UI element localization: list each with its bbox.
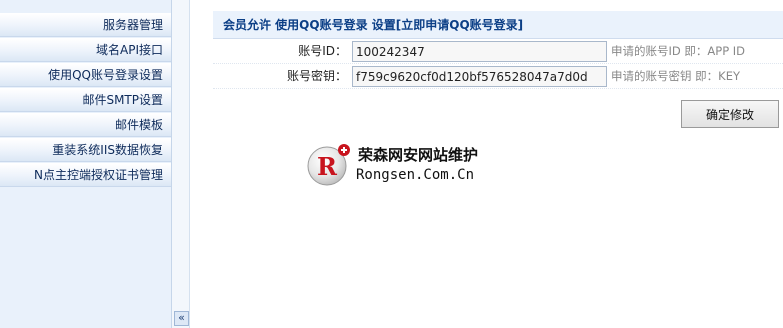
app-window: 服务器管理 域名API接口 使用QQ账号登录设置 邮件SMTP设置 邮件模板 重…	[0, 0, 783, 328]
sidebar-item-certificate-management[interactable]: N点主控端授权证书管理	[0, 163, 171, 187]
account-id-input[interactable]	[352, 41, 607, 62]
main-panel: 会员允许 使用QQ账号登录 设置[立即申请QQ账号登录] 账号ID： 申请的账号…	[213, 11, 783, 128]
sidebar-item-server-management[interactable]: 服务器管理	[0, 13, 171, 37]
watermark: R 荣森网安网站维护 Rongsen.Com.Cn	[307, 143, 507, 188]
double-chevron-left-icon: «	[178, 311, 185, 324]
apply-qq-login-link[interactable]: [立即申请QQ账号登录]	[396, 18, 523, 32]
account-key-label: 账号密钥：	[286, 69, 347, 83]
collapse-sidebar-button[interactable]: «	[174, 311, 189, 326]
sidebar-item-smtp-settings[interactable]: 邮件SMTP设置	[0, 88, 171, 112]
account-id-hint: 申请的账号ID 即：APP ID	[611, 44, 746, 58]
page-title: 会员允许 使用QQ账号登录 设置[立即申请QQ账号登录]	[213, 11, 783, 39]
form-row-account-id: 账号ID： 申请的账号ID 即：APP ID	[213, 39, 783, 64]
sidebar-item-iis-data-recovery[interactable]: 重装系统IIS数据恢复	[0, 138, 171, 162]
sidebar-splitter[interactable]	[172, 0, 190, 328]
sidebar-item-mail-templates[interactable]: 邮件模板	[0, 113, 171, 137]
sidebar-item-qq-login-settings[interactable]: 使用QQ账号登录设置	[0, 63, 171, 87]
account-key-hint: 申请的账号密钥 即：KEY	[611, 69, 740, 83]
page-title-text: 会员允许 使用QQ账号登录 设置	[223, 18, 396, 32]
form-row-account-key: 账号密钥： 申请的账号密钥 即：KEY	[213, 64, 783, 89]
logo-letter: R	[317, 152, 338, 181]
account-id-label: 账号ID：	[298, 44, 347, 58]
account-key-input[interactable]	[352, 66, 607, 87]
watermark-domain: Rongsen.Com.Cn	[356, 167, 475, 183]
watermark-title: 荣森网安网站维护	[358, 146, 479, 164]
rongsen-logo-icon: R	[307, 144, 350, 186]
sidebar: 服务器管理 域名API接口 使用QQ账号登录设置 邮件SMTP设置 邮件模板 重…	[0, 0, 172, 328]
confirm-modify-button[interactable]: 确定修改	[681, 100, 779, 128]
sidebar-item-domain-api[interactable]: 域名API接口	[0, 38, 171, 62]
